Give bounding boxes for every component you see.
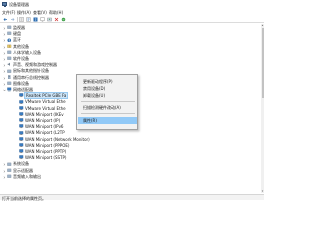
- audio-io-icon: [7, 174, 12, 179]
- tree-category-row[interactable]: 声音、视频和游戏控制器: [0, 62, 261, 68]
- menu-item-uninstall-device[interactable]: 卸载设备(U): [78, 92, 137, 99]
- tree-device-row[interactable]: WAN Miniport (PPTP): [0, 149, 261, 155]
- chevron-right-icon[interactable]: [3, 162, 6, 166]
- tree-device-row[interactable]: WAN Miniport (L2TP: [0, 130, 261, 136]
- keyboard-icon: [7, 31, 12, 36]
- tree-category-row[interactable]: 显示适配器: [0, 167, 261, 173]
- menu-separator: [81, 113, 135, 114]
- context-menu: 更新驱动程序(P) 禁用设备(D) 卸载设备(U) 扫描检测硬件改动(A) 属性…: [76, 74, 138, 130]
- status-bar: 打开当前选择的属性页。: [0, 194, 264, 201]
- network-adapter-icon: [19, 149, 24, 154]
- network-adapter-icon: [19, 112, 24, 117]
- tree-row-label: 音频输入和输出: [13, 173, 41, 179]
- tree-category-row[interactable]: 鼠标和其他指针设备: [0, 68, 261, 74]
- chevron-down-icon[interactable]: [3, 88, 6, 92]
- update-driver-icon[interactable]: [46, 16, 52, 22]
- tree-category-row[interactable]: 监视器: [0, 25, 261, 31]
- usb-icon: [7, 75, 12, 80]
- chevron-right-icon[interactable]: [3, 169, 6, 173]
- network-adapter-icon: [19, 99, 24, 105]
- software-device-icon: [7, 56, 12, 61]
- svg-text:?: ?: [34, 18, 36, 22]
- tree-row-label: VMware Virtual Ethe: [25, 99, 66, 105]
- chevron-right-icon[interactable]: [3, 32, 6, 36]
- system-device-icon: [7, 162, 12, 167]
- tree-row-label: WAN Miniport (PPTP): [25, 149, 67, 154]
- tree-category-row[interactable]: 人体学输入设备: [0, 49, 261, 55]
- chevron-right-icon[interactable]: [3, 175, 6, 179]
- properties-icon[interactable]: [25, 16, 31, 22]
- back-arrow-icon[interactable]: [2, 16, 8, 22]
- tree-row-label: WAN Miniport (IKEv: [25, 111, 64, 117]
- status-text: 打开当前选择的属性页。: [2, 195, 46, 201]
- toolbar-separator: [16, 16, 17, 22]
- window-title: 设备管理器: [9, 2, 29, 7]
- tree-row-label: WAN Miniport (IPv6: [25, 124, 64, 130]
- camera-icon: [7, 81, 12, 86]
- tree-row-label: WAN Miniport (L2TP: [25, 130, 65, 136]
- tree-row-label: WAN Miniport (Network Monitor): [25, 136, 90, 142]
- network-adapter-icon: [19, 118, 24, 123]
- menu-item-update-driver[interactable]: 更新驱动程序(P): [78, 78, 137, 85]
- network-adapter-icon: [19, 93, 24, 98]
- bluetooth-icon: [7, 38, 12, 43]
- tree-device-row[interactable]: WAN Miniport (SSTP): [0, 155, 261, 161]
- menu-item-label: 属性(R): [83, 118, 97, 124]
- chevron-right-icon[interactable]: [3, 76, 6, 80]
- help-icon[interactable]: ?: [32, 16, 38, 22]
- mouse-icon: [7, 69, 12, 74]
- tree-category-row[interactable]: 蓝牙: [0, 37, 261, 43]
- chevron-right-icon[interactable]: [3, 51, 6, 55]
- menu-item-label: 扫描检测硬件改动(A): [83, 105, 121, 111]
- tree-row-label: WAN Miniport (PPPOE): [25, 142, 70, 148]
- chevron-right-icon[interactable]: [3, 82, 6, 86]
- network-adapter-icon: [19, 130, 24, 136]
- tree-category-row[interactable]: 键盘: [0, 31, 261, 37]
- menu-item-label: 卸载设备(U): [83, 93, 106, 99]
- chevron-right-icon[interactable]: [3, 57, 6, 61]
- network-adapter-icon: [19, 124, 24, 129]
- menu-item-scan-hardware[interactable]: 扫描检测硬件改动(A): [78, 104, 137, 111]
- network-adapter-icon: [19, 143, 24, 148]
- title-bar: 设备管理器: [0, 0, 264, 9]
- tree-row-label: Realtek PCIe GBE Fa: [23, 92, 69, 100]
- scroll-down-arrow-icon[interactable]: ▾: [261, 190, 264, 193]
- tree-category-row[interactable]: 系统设备: [0, 161, 261, 167]
- toolbar: ?: [0, 15, 264, 23]
- tree-category-row[interactable]: ? 其他设备: [0, 43, 261, 49]
- scrollbar-thumb[interactable]: [261, 28, 264, 98]
- sound-icon: [7, 62, 12, 67]
- network-adapter-icon: [19, 155, 24, 160]
- chevron-right-icon[interactable]: [3, 45, 6, 49]
- menu-item-properties[interactable]: 属性(R): [78, 117, 137, 124]
- network-icon: [7, 87, 12, 92]
- scan-hardware-icon[interactable]: [39, 16, 45, 22]
- tree-category-row[interactable]: 音频输入和输出: [0, 173, 261, 179]
- menu-item-disable-device[interactable]: 禁用设备(D): [78, 85, 137, 92]
- tree-row-label: WAN Miniport (IP): [25, 118, 61, 123]
- forward-arrow-icon[interactable]: [9, 16, 15, 22]
- chevron-right-icon[interactable]: [3, 26, 6, 30]
- chevron-right-icon[interactable]: [3, 63, 6, 67]
- device-manager-icon: [2, 2, 7, 7]
- vertical-scrollbar[interactable]: ▴ ▾: [261, 24, 264, 193]
- tree-category-row[interactable]: 软件设备: [0, 56, 261, 62]
- enable-device-icon[interactable]: [60, 16, 66, 22]
- scroll-up-arrow-icon[interactable]: ▴: [261, 24, 264, 27]
- chevron-right-icon[interactable]: [3, 69, 6, 73]
- tree-view-icon[interactable]: [18, 16, 24, 22]
- unknown-device-icon: ?: [7, 44, 12, 49]
- tree-device-row[interactable]: WAN Miniport (PPPOE): [0, 142, 261, 148]
- monitor-icon: [7, 25, 12, 30]
- tree-device-row[interactable]: WAN Miniport (Network Monitor): [0, 136, 261, 142]
- chevron-right-icon[interactable]: [3, 38, 6, 42]
- network-adapter-icon: [19, 106, 24, 111]
- menu-separator: [81, 101, 135, 102]
- display-adapter-icon: [7, 168, 12, 173]
- network-adapter-icon: [19, 137, 24, 142]
- uninstall-icon[interactable]: [53, 16, 59, 22]
- tree-row-label: WAN Miniport (SSTP): [25, 155, 67, 161]
- hid-icon: [7, 50, 12, 55]
- tree-row-label: VMware Virtual Ethe: [25, 105, 66, 111]
